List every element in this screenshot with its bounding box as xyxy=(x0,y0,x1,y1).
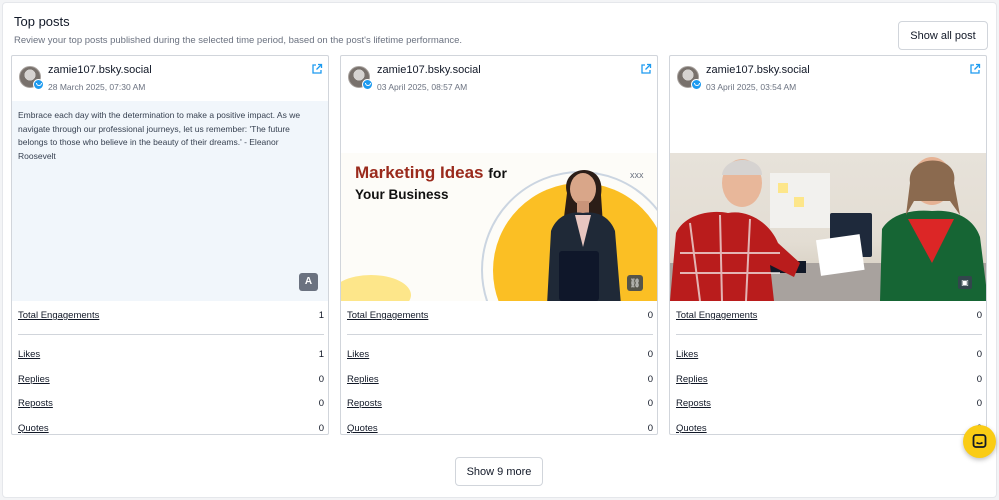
metric-reposts: Reposts 0 xyxy=(18,392,324,417)
metric-label[interactable]: Reposts xyxy=(347,398,382,409)
metric-quotes: Quotes 0 xyxy=(18,417,324,442)
metric-label[interactable]: Total Engagements xyxy=(676,310,757,321)
metric-label[interactable]: Likes xyxy=(18,349,40,360)
post-content: Embrace each day with the determination … xyxy=(12,101,328,301)
metric-label[interactable]: Replies xyxy=(18,374,50,385)
metric-label[interactable]: Quotes xyxy=(676,423,707,434)
metric-value: 0 xyxy=(647,398,653,409)
woman-illustration xyxy=(547,169,621,301)
chat-icon xyxy=(972,434,987,448)
marketing-title: Marketing Ideas for xyxy=(355,163,507,182)
post-metrics: Total Engagements 1 Likes 1 Replies 0 Re… xyxy=(18,302,324,441)
section-subtitle: Review your top posts published during t… xyxy=(14,35,463,46)
metric-total-engagements: Total Engagements 0 xyxy=(676,302,982,332)
bluesky-icon xyxy=(33,79,44,90)
metric-value: 0 xyxy=(976,349,982,360)
post-content: ▣ xyxy=(670,101,986,301)
metric-total-engagements: Total Engagements 0 xyxy=(347,302,653,332)
post-content: Marketing Ideas for Your Business xxx ⛓ xyxy=(341,101,657,301)
metric-value: 0 xyxy=(318,373,324,385)
bluesky-icon xyxy=(691,79,702,90)
metric-label[interactable]: Replies xyxy=(347,374,379,385)
post-card-2: zamie107.bsky.social 03 April 2025, 08:5… xyxy=(340,55,658,435)
divider xyxy=(347,334,653,335)
metric-value: 0 xyxy=(318,422,324,434)
metric-label[interactable]: Likes xyxy=(676,349,698,360)
post-header: zamie107.bsky.social 03 April 2025, 08:5… xyxy=(341,56,657,100)
metric-total-engagements: Total Engagements 1 xyxy=(18,302,324,332)
metric-reposts: Reposts 0 xyxy=(347,392,653,417)
show-all-post-button[interactable]: Show all post xyxy=(898,21,988,50)
post-card-1: zamie107.bsky.social 28 March 2025, 07:3… xyxy=(11,55,329,435)
post-handle: zamie107.bsky.social xyxy=(706,64,810,76)
metric-label[interactable]: Likes xyxy=(347,349,369,360)
external-link-icon[interactable] xyxy=(640,63,652,75)
metric-value: 0 xyxy=(647,373,653,385)
post-date: 03 April 2025, 03:54 AM xyxy=(706,82,797,92)
post-text: Embrace each day with the determination … xyxy=(18,110,301,161)
metric-value: 0 xyxy=(647,310,653,321)
metric-label[interactable]: Quotes xyxy=(18,423,49,434)
post-header: zamie107.bsky.social 28 March 2025, 07:3… xyxy=(12,56,328,100)
metric-replies: Replies 0 xyxy=(18,368,324,393)
post-image[interactable]: Marketing Ideas for Your Business xxx ⛓ xyxy=(341,153,657,301)
metric-label[interactable]: Reposts xyxy=(676,398,711,409)
metric-quotes: Quotes 0 xyxy=(347,417,653,442)
metric-label[interactable]: Quotes xyxy=(347,423,378,434)
post-header: zamie107.bsky.social 03 April 2025, 03:5… xyxy=(670,56,986,100)
post-card-3: zamie107.bsky.social 03 April 2025, 03:5… xyxy=(669,55,987,435)
metric-likes: Likes 0 xyxy=(676,343,982,368)
metric-value: 1 xyxy=(318,349,324,360)
metric-value: 0 xyxy=(318,398,324,409)
metric-value: 1 xyxy=(318,310,324,321)
text-post-icon: A xyxy=(299,273,318,291)
office-photo xyxy=(670,157,986,301)
metric-quotes: Quotes 0 xyxy=(676,417,982,442)
metric-reposts: Reposts 0 xyxy=(676,392,982,417)
show-more-button[interactable]: Show 9 more xyxy=(455,457,543,486)
post-date: 03 April 2025, 08:57 AM xyxy=(377,82,468,92)
decorative-blob xyxy=(341,275,411,301)
metric-label[interactable]: Total Engagements xyxy=(18,310,99,321)
chat-widget-button[interactable] xyxy=(963,425,996,458)
metric-value: 0 xyxy=(976,310,982,321)
link-icon: ⛓ xyxy=(627,275,643,291)
external-link-icon[interactable] xyxy=(969,63,981,75)
metric-replies: Replies 0 xyxy=(676,368,982,393)
post-metrics: Total Engagements 0 Likes 0 Replies 0 Re… xyxy=(676,302,982,441)
image-icon: ▣ xyxy=(958,276,972,289)
external-link-icon[interactable] xyxy=(311,63,323,75)
post-date: 28 March 2025, 07:30 AM xyxy=(48,82,146,92)
metric-label[interactable]: Replies xyxy=(676,374,708,385)
metric-value: 0 xyxy=(976,398,982,409)
decorative-mark: xxx xyxy=(630,170,644,180)
metric-replies: Replies 0 xyxy=(347,368,653,393)
metric-value: 0 xyxy=(647,349,653,360)
metric-value: 0 xyxy=(976,373,982,385)
divider xyxy=(676,334,982,335)
post-metrics: Total Engagements 0 Likes 0 Replies 0 Re… xyxy=(347,302,653,441)
metric-label[interactable]: Total Engagements xyxy=(347,310,428,321)
metric-value: 0 xyxy=(647,422,653,434)
post-handle: zamie107.bsky.social xyxy=(48,64,152,76)
metric-label[interactable]: Reposts xyxy=(18,398,53,409)
marketing-subtitle: Your Business xyxy=(355,187,449,202)
divider xyxy=(18,334,324,335)
section-title: Top posts xyxy=(14,14,70,29)
post-handle: zamie107.bsky.social xyxy=(377,64,481,76)
metric-likes: Likes 1 xyxy=(18,343,324,368)
post-image[interactable]: ▣ xyxy=(670,153,986,301)
metric-likes: Likes 0 xyxy=(347,343,653,368)
bluesky-icon xyxy=(362,79,373,90)
